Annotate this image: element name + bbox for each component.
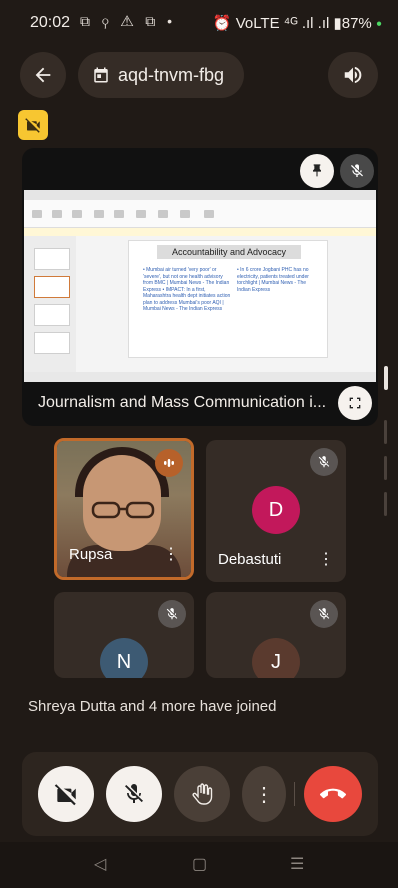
slide-canvas: Accountability and Advocacy • Mumbai air… xyxy=(128,240,328,358)
meeting-code: aqd-tnvm-fbg xyxy=(118,64,225,85)
slide-thumbnail xyxy=(34,332,70,354)
mic-off-icon xyxy=(351,164,363,177)
fullscreen-icon xyxy=(349,397,361,409)
back-button[interactable] xyxy=(20,52,66,98)
camera-off-badge[interactable] xyxy=(18,110,48,140)
mic-off-icon xyxy=(310,448,338,476)
controls-divider xyxy=(294,782,295,806)
scrollbar-track xyxy=(384,456,387,480)
participant-tile-rupsa[interactable]: Rupsa ⋮ xyxy=(54,438,194,580)
ppt-notice-banner xyxy=(24,228,376,236)
avatar: N xyxy=(100,638,148,678)
scrollbar-thumb[interactable] xyxy=(384,366,388,390)
slide-thumbnail xyxy=(34,304,70,326)
presentation-label: Journalism and Mass Communication i... xyxy=(38,394,327,411)
scrollbar-track xyxy=(384,492,387,516)
status-system-icons: ⏰ VoLTE ⁴ᴳ .ıl .ıl ▮87% xyxy=(212,15,372,32)
participant-tile-j[interactable]: J xyxy=(206,592,346,678)
end-call-button[interactable] xyxy=(304,766,362,822)
nav-home-icon[interactable]: ▢ xyxy=(192,854,207,874)
mic-off-icon xyxy=(125,784,143,803)
ppt-statusbar xyxy=(24,372,376,382)
raise-hand-button[interactable] xyxy=(174,766,230,822)
green-dot-icon: ● xyxy=(375,18,382,30)
status-time: 20:02 xyxy=(30,14,71,31)
speaking-indicator-icon xyxy=(155,449,183,477)
join-notification: Shreya Dutta and 4 more have joined xyxy=(28,698,277,715)
slide-bullets-left: • Mumbai air turned 'very poor' or 'seve… xyxy=(143,267,231,312)
slide-bullets-right: • In 6 crore Jogbani PHC has no electric… xyxy=(237,267,309,293)
pin-button[interactable] xyxy=(300,154,334,188)
status-notification-icons: ⧉ ⚲ ⚠ ⧉ • xyxy=(80,13,176,29)
participant-name: Rupsa xyxy=(69,546,113,563)
participant-tile-debastuti[interactable]: D Debastuti ⋮ xyxy=(206,440,346,582)
arrow-left-icon xyxy=(35,67,51,83)
nav-recents-icon[interactable]: ☰ xyxy=(290,854,304,874)
slide-title: Accountability and Advocacy xyxy=(157,245,301,259)
slide-thumbnail xyxy=(34,248,70,270)
nav-back-icon[interactable]: ◁ xyxy=(94,854,106,874)
calendar-icon xyxy=(94,67,108,83)
fullscreen-button[interactable] xyxy=(338,386,372,420)
ppt-slide-thumbnails xyxy=(24,236,76,372)
avatar: D xyxy=(252,486,300,534)
video-off-icon xyxy=(25,118,40,133)
shared-screen: Accountability and Advocacy • Mumbai air… xyxy=(24,190,376,382)
participant-name: Debastuti xyxy=(218,551,282,568)
camera-toggle-button[interactable] xyxy=(38,766,94,822)
mic-off-icon xyxy=(310,600,338,628)
audio-output-button[interactable] xyxy=(328,52,378,98)
more-options-icon[interactable]: ⋮ xyxy=(163,547,179,563)
hand-icon xyxy=(192,783,213,805)
more-options-icon[interactable]: ⋮ xyxy=(318,552,334,568)
more-options-button[interactable]: ⋮ xyxy=(242,766,286,822)
ppt-ribbon xyxy=(24,200,376,228)
avatar: J xyxy=(252,638,300,678)
call-end-icon xyxy=(320,788,346,799)
video-off-icon xyxy=(54,784,76,806)
presenter-mic-off-indicator xyxy=(340,154,374,188)
mic-off-icon xyxy=(158,600,186,628)
status-right-icons: ⏰ VoLTE ⁴ᴳ .ıl .ıl ▮87% ● xyxy=(213,14,382,32)
participant-tile-n[interactable]: N xyxy=(54,592,194,678)
slide-thumbnail xyxy=(34,276,70,298)
speaker-icon xyxy=(344,66,362,84)
mic-toggle-button[interactable] xyxy=(106,766,162,822)
pin-icon xyxy=(313,164,321,177)
ppt-titlebar xyxy=(24,190,376,200)
more-vert-icon: ⋮ xyxy=(254,783,274,806)
scrollbar-track xyxy=(384,420,387,444)
meeting-info-chip[interactable]: aqd-tnvm-fbg xyxy=(78,52,244,98)
